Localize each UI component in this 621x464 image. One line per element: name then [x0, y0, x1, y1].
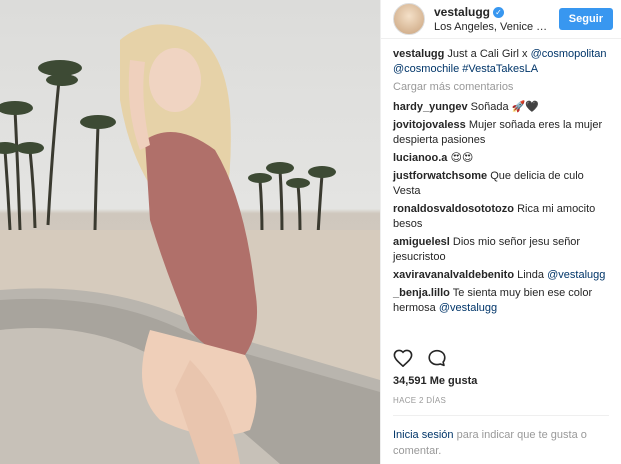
post-time: HACE 2 DÍAS — [393, 396, 447, 405]
comment-username[interactable]: jovitojovaless — [393, 119, 466, 131]
caption-text: Just a Cali Girl x — [447, 48, 528, 60]
comment-item: _benja.lillo Te sienta muy bien ese colo… — [393, 286, 609, 316]
comment-username[interactable]: amiguelesl — [393, 236, 450, 248]
post-photo[interactable] — [0, 0, 380, 464]
comment-username[interactable]: ronaldosvaldosototozo — [393, 203, 514, 215]
verified-badge-icon: ✓ — [493, 6, 505, 18]
comment-text: Soñada 🚀🖤 — [470, 101, 540, 113]
caption-username[interactable]: vestalugg — [393, 48, 444, 60]
comment-text: 😍😍 — [450, 152, 474, 164]
comment-item: hardy_yungev Soñada 🚀🖤 — [393, 100, 609, 115]
post-side-panel: vestalugg ✓ Los Angeles, Venice Be... Se… — [380, 0, 621, 464]
photo-illustration — [0, 24, 380, 464]
load-more-comments[interactable]: Cargar más comentarios — [393, 80, 609, 95]
location-link[interactable]: Los Angeles, Venice Be... — [434, 21, 552, 33]
comment-item: justforwatchsome Que delicia de culo Ves… — [393, 169, 609, 199]
post-header: vestalugg ✓ Los Angeles, Venice Be... Se… — [381, 0, 621, 39]
comment-username[interactable]: lucianoo.a — [393, 152, 447, 164]
login-prompt: Inicia sesión para indicar que te gusta … — [393, 427, 603, 459]
comment-text: Linda — [517, 269, 545, 281]
likes-count[interactable]: 34,591 Me gusta — [393, 375, 477, 387]
comment-item: xaviravanalvaldebenito Linda @vestalugg — [393, 268, 609, 283]
caption-tag-cosmochile[interactable]: @cosmochile — [393, 63, 459, 75]
caption-tag-cosmopolitan[interactable]: @cosmopolitan — [531, 48, 607, 60]
comment-tag[interactable]: @vestalugg — [547, 269, 605, 281]
follow-button[interactable]: Seguir — [558, 8, 613, 30]
comment-icon[interactable] — [427, 349, 447, 372]
comment-item: jovitojovaless Mujer soñada eres la muje… — [393, 118, 609, 148]
caption-hashtag[interactable]: #VestaTakesLA — [462, 63, 538, 75]
action-bar — [393, 349, 447, 372]
comment-username[interactable]: justforwatchsome — [393, 170, 487, 182]
comment-tag[interactable]: @vestalugg — [439, 302, 497, 314]
comment-username[interactable]: xaviravanalvaldebenito — [393, 269, 514, 281]
comment-item: lucianoo.a 😍😍 — [393, 151, 609, 166]
comment-username[interactable]: hardy_yungev — [393, 101, 468, 113]
comment-item: ronaldosvaldosototozo Rica mi amocito be… — [393, 202, 609, 232]
divider — [393, 415, 609, 416]
author-username[interactable]: vestalugg ✓ — [434, 5, 559, 19]
comment-username[interactable]: _benja.lillo — [393, 287, 450, 299]
avatar[interactable] — [393, 3, 425, 35]
heart-icon[interactable] — [393, 349, 413, 372]
author-username-text[interactable]: vestalugg — [434, 5, 490, 19]
comments-list: vestalugg Just a Cali Girl x @cosmopolit… — [381, 39, 621, 316]
comment-item: amiguelesl Dios mio señor jesu señor jes… — [393, 235, 609, 265]
header-info: vestalugg ✓ Los Angeles, Venice Be... — [434, 5, 559, 33]
login-link[interactable]: Inicia sesión — [393, 429, 454, 441]
caption: vestalugg Just a Cali Girl x @cosmopolit… — [393, 47, 609, 77]
